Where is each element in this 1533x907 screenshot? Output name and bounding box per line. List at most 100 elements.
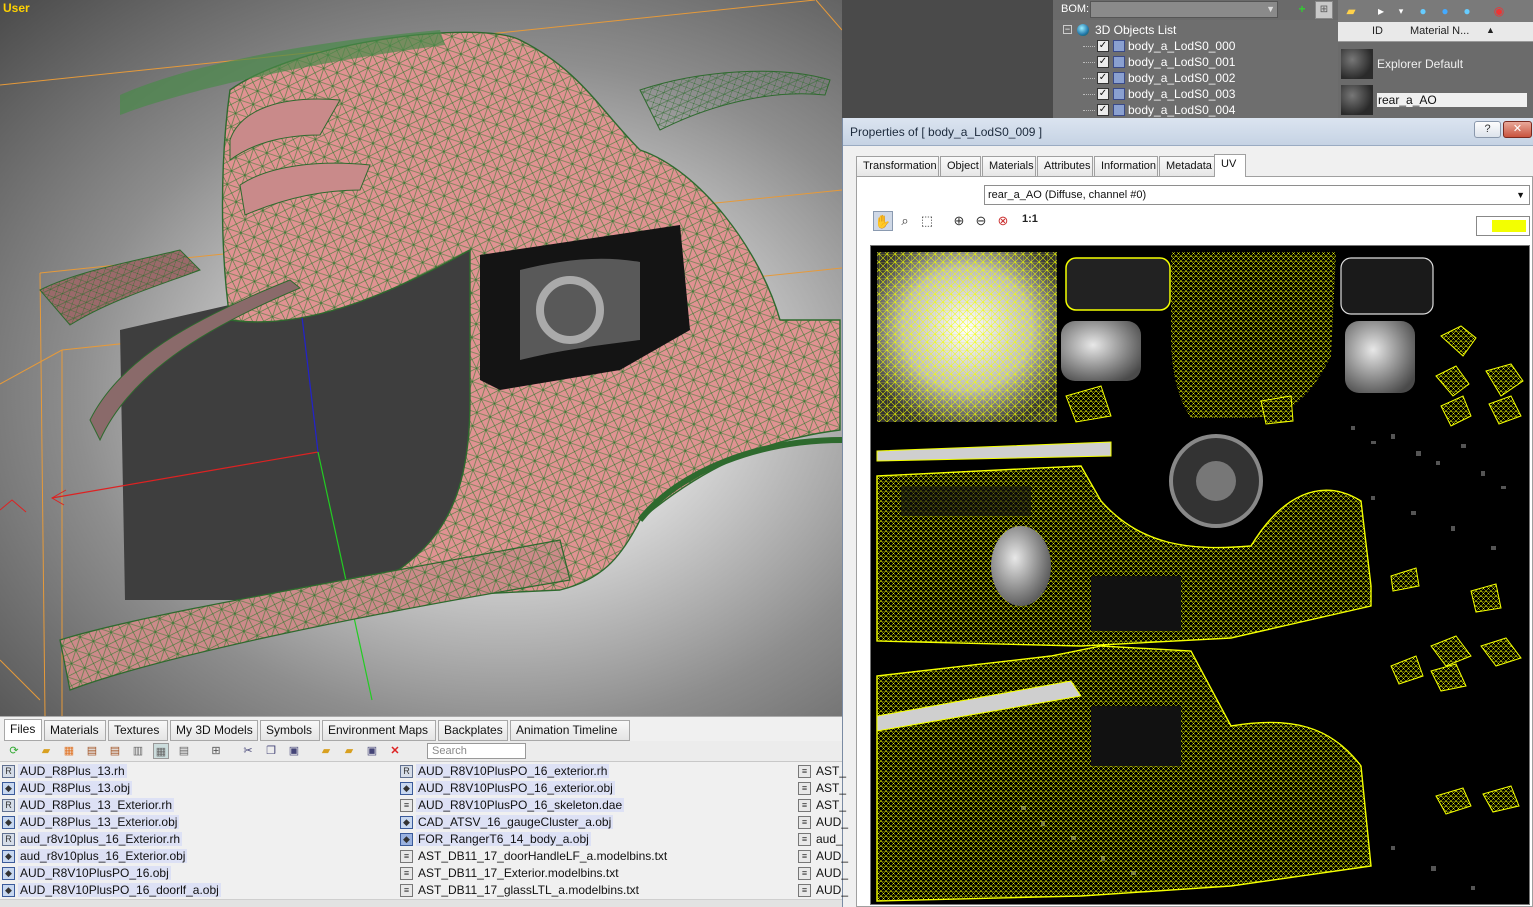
zoom-in-icon[interactable]: ⊕ xyxy=(949,211,969,231)
tab-animation-timeline[interactable]: Animation Timeline xyxy=(510,720,630,741)
chevron-down-icon: ▼ xyxy=(1516,190,1525,200)
tree-item[interactable]: ✓ body_a_LodS0_003 xyxy=(1061,86,1235,102)
uv-canvas[interactable] xyxy=(870,245,1530,905)
tree-item[interactable]: ✓ body_a_LodS0_001 xyxy=(1061,54,1235,70)
file-item[interactable]: ◆ AUD_R8V10PlusPO_16_doorlf_a.obj xyxy=(1,882,221,899)
refresh-icon[interactable]: ⟳ xyxy=(6,743,22,759)
file-item[interactable]: ≡ aud_ xyxy=(797,831,850,848)
file-item[interactable]: ≡ AUD_ xyxy=(797,882,850,899)
view-details-icon[interactable]: ▦ xyxy=(153,743,169,759)
file-item[interactable]: ◆ AUD_R8Plus_13.obj xyxy=(1,780,221,797)
wire-color-picker[interactable] xyxy=(1476,216,1530,236)
file-item[interactable]: R AUD_R8Plus_13_Exterior.rh xyxy=(1,797,221,814)
file-item[interactable]: Raud_r8v10plus_16_Exterior.rh xyxy=(1,831,221,848)
collapse-icon[interactable]: − xyxy=(1063,25,1072,34)
close-button[interactable]: ✕ xyxy=(1503,121,1532,138)
material-row[interactable]: rear_a_AO xyxy=(1338,82,1533,118)
tree-item[interactable]: ✓ body_a_LodS0_002 xyxy=(1061,70,1235,86)
file-item[interactable]: ◆ AUD_R8V10PlusPO_16.obj xyxy=(1,865,221,882)
material-name: Explorer Default xyxy=(1377,57,1464,71)
tab-symbols[interactable]: Symbols xyxy=(260,720,320,741)
search-input[interactable]: Search xyxy=(427,743,526,759)
delete-icon[interactable]: ✕ xyxy=(387,743,403,759)
tab-metadata[interactable]: Metadata xyxy=(1159,156,1215,176)
remove-material-icon[interactable]: ◉ xyxy=(1490,2,1508,20)
bom-select[interactable]: ▼ xyxy=(1090,1,1278,18)
zoom-extents-icon[interactable]: ⊗ xyxy=(993,211,1013,231)
copy-icon[interactable]: ❐ xyxy=(263,743,279,759)
file-item[interactable]: ◆ CAD_ATSV_16_gaugeCluster_a.obj xyxy=(399,814,669,831)
file-item[interactable]: R AUD_R8Plus_13.rh xyxy=(1,763,221,780)
file-item[interactable]: ≡ AST_DB11_17_doorHandleLF_a.modelbins.tx… xyxy=(399,848,669,865)
checkbox[interactable]: ✓ xyxy=(1097,40,1109,52)
file-item[interactable]: ≡ AUD_ xyxy=(797,865,850,882)
tab-materials[interactable]: Materials xyxy=(44,720,106,741)
tab-my-3d-models[interactable]: My 3D Models xyxy=(170,720,258,741)
file-item[interactable]: ≡ AUD_ xyxy=(797,814,850,831)
file-item[interactable]: ≡ AUD_ xyxy=(797,848,850,865)
file-item[interactable]: ≡ AST_ xyxy=(797,780,850,797)
file-item[interactable]: ≡ AUD_R8V10PlusPO_16_skeleton.dae xyxy=(399,797,669,814)
zoom-out-icon[interactable]: ⊖ xyxy=(971,211,991,231)
view-small-icons-icon[interactable]: ▤ xyxy=(107,743,123,759)
checkbox[interactable]: ✓ xyxy=(1097,72,1109,84)
view-large-icons-icon[interactable]: ▦ xyxy=(61,743,77,759)
file-item[interactable]: ≡ AST_DB11_17_glassLTL_a.modelbins.txt xyxy=(399,882,669,899)
view-list-icon[interactable]: ▥ xyxy=(130,743,146,759)
tree-item[interactable]: ✓ body_a_LodS0_004 xyxy=(1061,102,1235,118)
play-icon[interactable]: ▸ xyxy=(1372,2,1390,20)
material-row[interactable]: Explorer Default xyxy=(1338,46,1533,82)
checkbox[interactable]: ✓ xyxy=(1097,104,1109,116)
tab-attributes[interactable]: Attributes xyxy=(1037,156,1093,176)
help-button[interactable]: ? xyxy=(1474,121,1501,138)
grid-icon[interactable]: ⊞ xyxy=(208,743,224,759)
mesh-object-icon xyxy=(1113,72,1125,84)
tab-backplates[interactable]: Backplates xyxy=(438,720,508,741)
hierarchy-icon[interactable]: ⊞ xyxy=(1315,1,1333,19)
tree-root[interactable]: − 3D Objects List xyxy=(1061,22,1235,38)
chevron-down-icon[interactable]: ▾ xyxy=(1392,2,1410,20)
properties-titlebar[interactable]: Properties of [ body_a_LodS0_009 ] ? ✕ xyxy=(843,118,1533,146)
zoom-1-1-button[interactable]: 1:1 xyxy=(1022,213,1038,225)
file-item[interactable]: ≡ AST_DB11_17_Exterior.modelbins.txt xyxy=(399,865,669,882)
checkbox[interactable]: ✓ xyxy=(1097,88,1109,100)
tab-textures[interactable]: Textures xyxy=(108,720,168,741)
checkbox[interactable]: ✓ xyxy=(1097,56,1109,68)
tree-item[interactable]: ✓ body_a_LodS0_000 xyxy=(1061,38,1235,54)
zoom-icon[interactable]: ⌕ xyxy=(895,211,915,231)
tab-object[interactable]: Object xyxy=(940,156,981,176)
save-icon[interactable]: ▣ xyxy=(364,743,380,759)
sphere-light-icon[interactable]: ● xyxy=(1458,2,1476,20)
folder-up-icon[interactable]: ▰ xyxy=(341,743,357,759)
tab-uv[interactable]: UV xyxy=(1214,154,1246,177)
3d-viewport[interactable]: User xyxy=(0,0,842,716)
cut-icon[interactable]: ✂ xyxy=(240,743,256,759)
paste-icon[interactable]: ▣ xyxy=(286,743,302,759)
zoom-region-icon[interactable]: ⬚ xyxy=(917,211,937,231)
sphere-blue-icon[interactable]: ● xyxy=(1414,2,1432,20)
uv-channel-select[interactable]: rear_a_AO (Diffuse, channel #0) ▼ xyxy=(984,185,1530,205)
horizontal-scrollbar[interactable] xyxy=(0,899,842,907)
add-icon[interactable]: + xyxy=(1293,1,1311,19)
file-item[interactable]: R AUD_R8V10PlusPO_16_exterior.rh xyxy=(399,763,669,780)
folder-icon[interactable]: ▰ xyxy=(1342,2,1360,20)
pan-hand-icon[interactable]: ✋ xyxy=(873,211,893,231)
view-medium-icons-icon[interactable]: ▤ xyxy=(84,743,100,759)
file-item[interactable]: ◆ aud_r8v10plus_16_Exterior.obj xyxy=(1,848,221,865)
view-thumbnails-icon[interactable]: ▤ xyxy=(176,743,192,759)
tab-materials[interactable]: Materials xyxy=(982,156,1036,176)
open-folder-icon[interactable]: ▰ xyxy=(38,743,54,759)
tab-environment-maps[interactable]: Environment Maps xyxy=(322,720,436,741)
col-material-name[interactable]: Material N... xyxy=(1410,25,1469,37)
file-item[interactable]: ≡ AST_ xyxy=(797,763,850,780)
file-item[interactable]: ◆ FOR_RangerT6_14_body_a.obj xyxy=(399,831,669,848)
file-item[interactable]: ◆ AUD_R8Plus_13_Exterior.obj xyxy=(1,814,221,831)
file-item[interactable]: ≡ AST_ xyxy=(797,797,850,814)
col-id[interactable]: ID xyxy=(1372,25,1383,37)
tab-information[interactable]: Information xyxy=(1094,156,1158,176)
new-folder-icon[interactable]: ▰ xyxy=(318,743,334,759)
sphere-icon[interactable]: ● xyxy=(1436,2,1454,20)
tab-files[interactable]: Files xyxy=(4,719,42,741)
file-item[interactable]: ◆ AUD_R8V10PlusPO_16_exterior.obj xyxy=(399,780,669,797)
tab-transformation[interactable]: Transformation xyxy=(856,156,939,176)
